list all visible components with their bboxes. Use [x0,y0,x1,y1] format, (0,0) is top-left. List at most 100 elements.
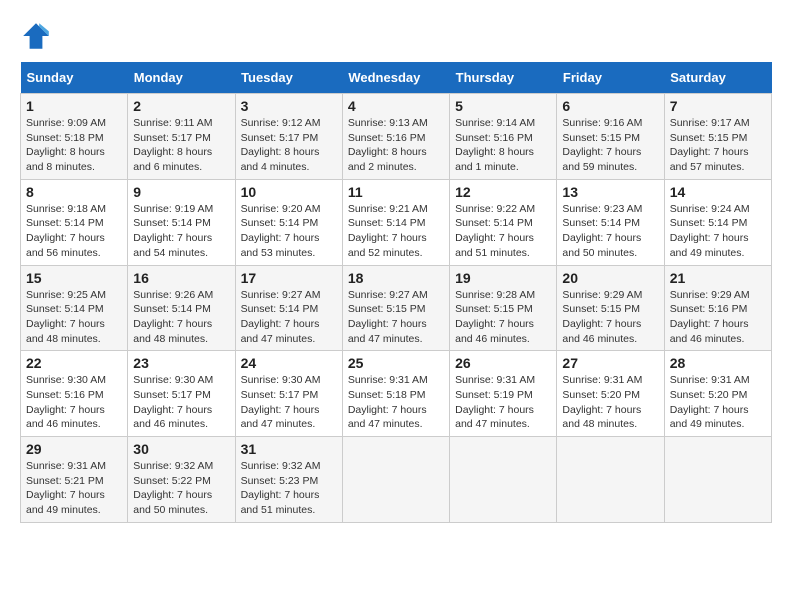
day-detail: Sunrise: 9:30 AMSunset: 5:17 PMDaylight:… [133,373,229,432]
day-number: 31 [241,441,337,457]
day-number: 22 [26,355,122,371]
day-detail: Sunrise: 9:29 AMSunset: 5:16 PMDaylight:… [670,288,766,347]
calendar-cell: 15 Sunrise: 9:25 AMSunset: 5:14 PMDayligh… [21,265,128,351]
calendar-cell: 28 Sunrise: 9:31 AMSunset: 5:20 PMDayligh… [664,351,771,437]
calendar-cell: 8 Sunrise: 9:18 AMSunset: 5:14 PMDaylight… [21,179,128,265]
day-number: 6 [562,98,658,114]
day-detail: Sunrise: 9:25 AMSunset: 5:14 PMDaylight:… [26,288,122,347]
day-detail: Sunrise: 9:31 AMSunset: 5:18 PMDaylight:… [348,373,444,432]
day-number: 28 [670,355,766,371]
calendar-cell [557,437,664,523]
calendar-cell: 23 Sunrise: 9:30 AMSunset: 5:17 PMDayligh… [128,351,235,437]
day-number: 19 [455,270,551,286]
day-number: 3 [241,98,337,114]
calendar-body: 1 Sunrise: 9:09 AMSunset: 5:18 PMDaylight… [21,94,772,523]
day-detail: Sunrise: 9:30 AMSunset: 5:16 PMDaylight:… [26,373,122,432]
day-number: 1 [26,98,122,114]
calendar-week-4: 22 Sunrise: 9:30 AMSunset: 5:16 PMDayligh… [21,351,772,437]
calendar-cell: 1 Sunrise: 9:09 AMSunset: 5:18 PMDaylight… [21,94,128,180]
calendar-cell: 2 Sunrise: 9:11 AMSunset: 5:17 PMDaylight… [128,94,235,180]
calendar-cell: 7 Sunrise: 9:17 AMSunset: 5:15 PMDaylight… [664,94,771,180]
weekday-header-row: SundayMondayTuesdayWednesdayThursdayFrid… [21,62,772,94]
weekday-header-wednesday: Wednesday [342,62,449,94]
day-number: 25 [348,355,444,371]
calendar-cell: 20Sunrise: 9:29 AMSunset: 5:15 PMDayligh… [557,265,664,351]
day-detail: Sunrise: 9:09 AMSunset: 5:18 PMDaylight:… [26,116,122,175]
calendar-cell [664,437,771,523]
day-detail: Sunrise: 9:17 AMSunset: 5:15 PMDaylight:… [670,116,766,175]
day-detail: Sunrise: 9:13 AMSunset: 5:16 PMDaylight:… [348,116,444,175]
calendar-cell: 27Sunrise: 9:31 AMSunset: 5:20 PMDayligh… [557,351,664,437]
calendar-cell: 5 Sunrise: 9:14 AMSunset: 5:16 PMDaylight… [450,94,557,180]
day-detail: Sunrise: 9:11 AMSunset: 5:17 PMDaylight:… [133,116,229,175]
day-number: 2 [133,98,229,114]
weekday-header-friday: Friday [557,62,664,94]
page-header [20,20,772,52]
day-detail: Sunrise: 9:23 AMSunset: 5:14 PMDaylight:… [562,202,658,261]
day-number: 26 [455,355,551,371]
day-detail: Sunrise: 9:18 AMSunset: 5:14 PMDaylight:… [26,202,122,261]
day-number: 17 [241,270,337,286]
weekday-header-tuesday: Tuesday [235,62,342,94]
calendar-cell: 12 Sunrise: 9:22 AMSunset: 5:14 PMDayligh… [450,179,557,265]
calendar-cell: 31 Sunrise: 9:32 AMSunset: 5:23 PMDayligh… [235,437,342,523]
day-detail: Sunrise: 9:31 AMSunset: 5:20 PMDaylight:… [670,373,766,432]
day-detail: Sunrise: 9:12 AMSunset: 5:17 PMDaylight:… [241,116,337,175]
day-number: 27 [562,355,658,371]
calendar-cell: 24Sunrise: 9:30 AMSunset: 5:17 PMDayligh… [235,351,342,437]
calendar-cell: 4Sunrise: 9:13 AMSunset: 5:16 PMDaylight… [342,94,449,180]
day-detail: Sunrise: 9:31 AMSunset: 5:21 PMDaylight:… [26,459,122,518]
calendar-cell: 18 Sunrise: 9:27 AMSunset: 5:15 PMDayligh… [342,265,449,351]
day-detail: Sunrise: 9:21 AMSunset: 5:14 PMDaylight:… [348,202,444,261]
calendar-cell: 16Sunrise: 9:26 AMSunset: 5:14 PMDayligh… [128,265,235,351]
day-detail: Sunrise: 9:22 AMSunset: 5:14 PMDaylight:… [455,202,551,261]
day-number: 30 [133,441,229,457]
calendar-week-1: 1 Sunrise: 9:09 AMSunset: 5:18 PMDaylight… [21,94,772,180]
day-number: 29 [26,441,122,457]
calendar-cell: 26Sunrise: 9:31 AMSunset: 5:19 PMDayligh… [450,351,557,437]
day-detail: Sunrise: 9:32 AMSunset: 5:22 PMDaylight:… [133,459,229,518]
logo-icon [20,20,52,52]
day-detail: Sunrise: 9:24 AMSunset: 5:14 PMDaylight:… [670,202,766,261]
calendar-cell: 13 Sunrise: 9:23 AMSunset: 5:14 PMDayligh… [557,179,664,265]
day-detail: Sunrise: 9:19 AMSunset: 5:14 PMDaylight:… [133,202,229,261]
calendar-cell: 21 Sunrise: 9:29 AMSunset: 5:16 PMDayligh… [664,265,771,351]
day-number: 8 [26,184,122,200]
day-detail: Sunrise: 9:28 AMSunset: 5:15 PMDaylight:… [455,288,551,347]
day-number: 18 [348,270,444,286]
calendar-cell: 11 Sunrise: 9:21 AMSunset: 5:14 PMDayligh… [342,179,449,265]
day-number: 7 [670,98,766,114]
day-number: 14 [670,184,766,200]
day-number: 23 [133,355,229,371]
calendar-week-3: 15 Sunrise: 9:25 AMSunset: 5:14 PMDayligh… [21,265,772,351]
day-number: 5 [455,98,551,114]
calendar-cell: 17Sunrise: 9:27 AMSunset: 5:14 PMDayligh… [235,265,342,351]
day-number: 12 [455,184,551,200]
day-number: 16 [133,270,229,286]
day-number: 11 [348,184,444,200]
calendar-table: SundayMondayTuesdayWednesdayThursdayFrid… [20,62,772,523]
day-number: 21 [670,270,766,286]
logo [20,20,56,52]
calendar-cell [450,437,557,523]
weekday-header-saturday: Saturday [664,62,771,94]
weekday-header-monday: Monday [128,62,235,94]
calendar-cell: 9Sunrise: 9:19 AMSunset: 5:14 PMDaylight… [128,179,235,265]
day-number: 13 [562,184,658,200]
calendar-cell: 14 Sunrise: 9:24 AMSunset: 5:14 PMDayligh… [664,179,771,265]
calendar-week-2: 8 Sunrise: 9:18 AMSunset: 5:14 PMDaylight… [21,179,772,265]
calendar-cell: 6Sunrise: 9:16 AMSunset: 5:15 PMDaylight… [557,94,664,180]
day-detail: Sunrise: 9:29 AMSunset: 5:15 PMDaylight:… [562,288,658,347]
day-detail: Sunrise: 9:30 AMSunset: 5:17 PMDaylight:… [241,373,337,432]
weekday-header-sunday: Sunday [21,62,128,94]
day-number: 15 [26,270,122,286]
day-detail: Sunrise: 9:32 AMSunset: 5:23 PMDaylight:… [241,459,337,518]
calendar-week-5: 29 Sunrise: 9:31 AMSunset: 5:21 PMDayligh… [21,437,772,523]
calendar-cell: 30 Sunrise: 9:32 AMSunset: 5:22 PMDayligh… [128,437,235,523]
day-detail: Sunrise: 9:27 AMSunset: 5:15 PMDaylight:… [348,288,444,347]
calendar-cell: 29 Sunrise: 9:31 AMSunset: 5:21 PMDayligh… [21,437,128,523]
day-detail: Sunrise: 9:14 AMSunset: 5:16 PMDaylight:… [455,116,551,175]
calendar-cell: 3 Sunrise: 9:12 AMSunset: 5:17 PMDaylight… [235,94,342,180]
calendar-cell: 22 Sunrise: 9:30 AMSunset: 5:16 PMDayligh… [21,351,128,437]
calendar-cell [342,437,449,523]
